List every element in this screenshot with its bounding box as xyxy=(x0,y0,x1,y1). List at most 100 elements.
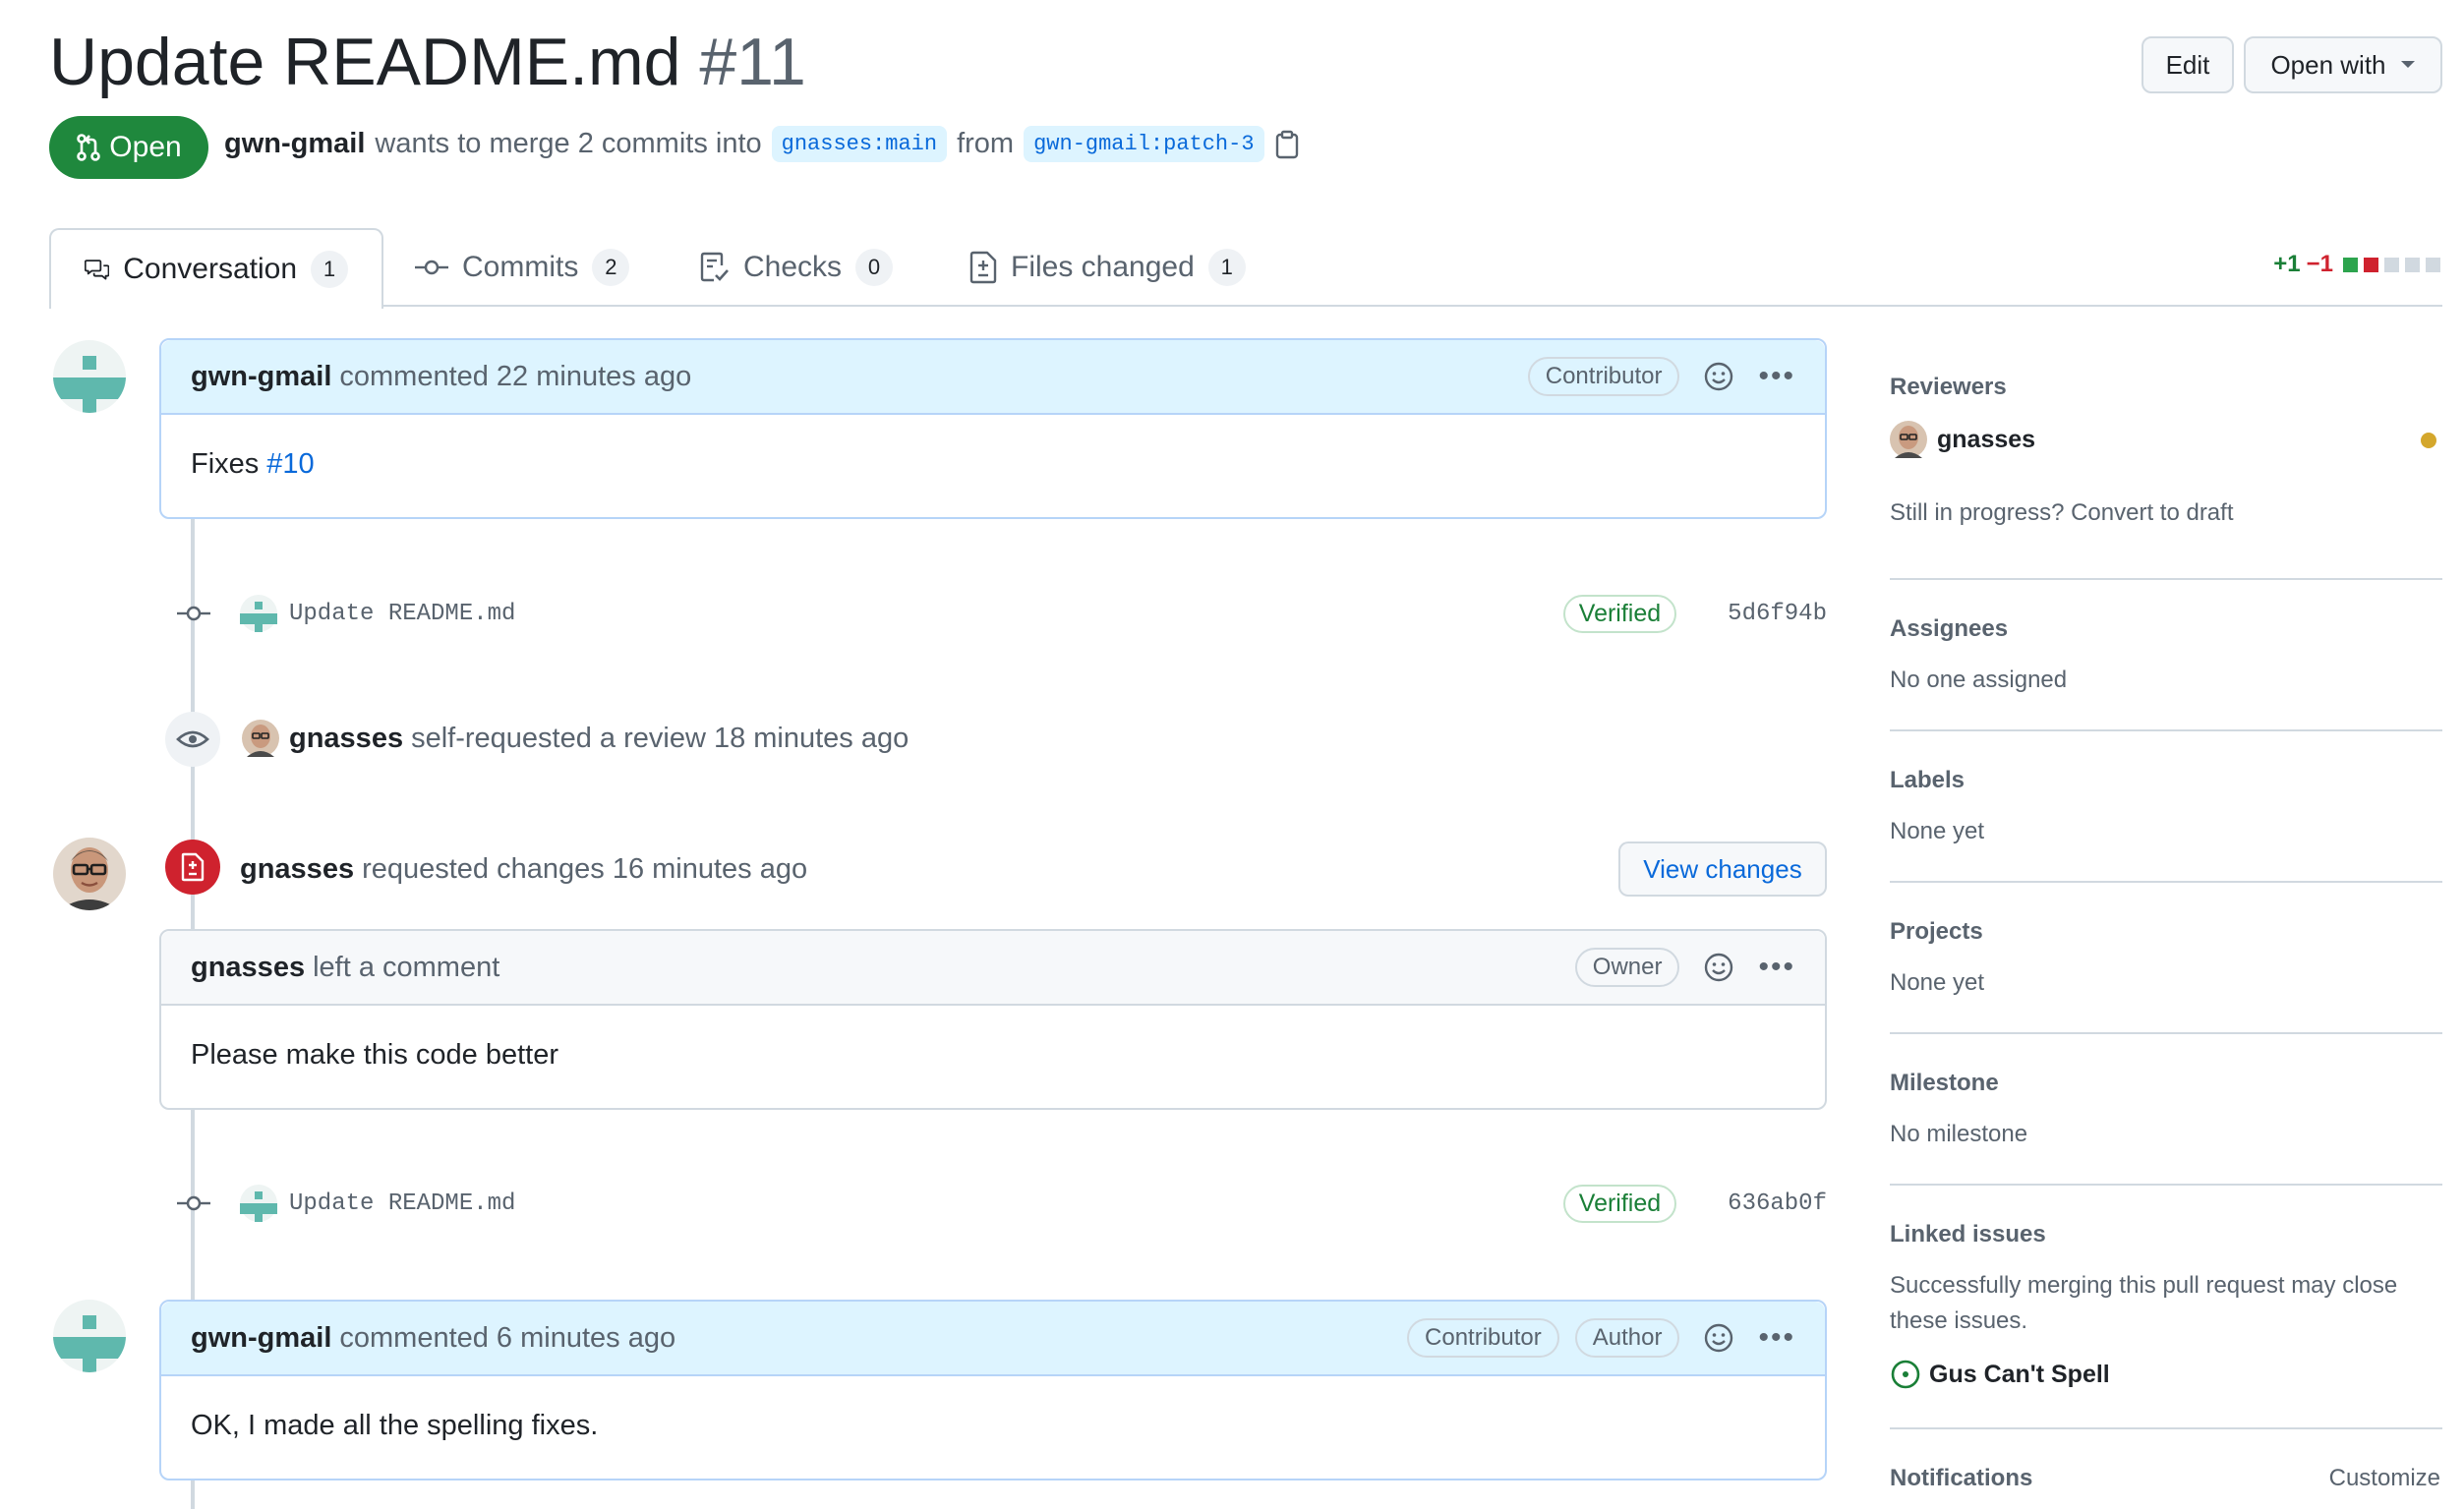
state-badge-open: Open xyxy=(49,116,208,179)
comment-time[interactable]: 6 minutes ago xyxy=(497,1322,675,1355)
base-branch[interactable]: gnasses:main xyxy=(771,126,948,162)
commit-sha[interactable]: 636ab0f xyxy=(1728,1190,1827,1217)
diffstat: +1 −1 xyxy=(2273,251,2440,278)
diffstat-deletions: −1 xyxy=(2306,251,2333,277)
from-text: from xyxy=(957,128,1015,159)
state-label: Open xyxy=(109,131,182,163)
tab-commits[interactable]: Commits 2 xyxy=(415,228,630,307)
event-text: requested changes 16 minutes ago xyxy=(362,853,808,885)
kebab-menu-icon[interactable]: ••• xyxy=(1758,1323,1795,1353)
comment-action: commented xyxy=(339,360,489,392)
avatar-gwn-gmail[interactable] xyxy=(53,1300,126,1372)
reaction-button[interactable] xyxy=(1703,361,1734,392)
review-request-event: gnasses self-requested a review 18 minut… xyxy=(242,720,909,757)
sidebar-divider xyxy=(1890,1427,2442,1429)
commit-message[interactable]: Update README.md xyxy=(289,1190,515,1217)
comment-author[interactable]: gnasses xyxy=(191,952,305,984)
avatar-gwn-gmail-small[interactable] xyxy=(240,595,277,632)
edit-button-label: Edit xyxy=(2165,49,2210,80)
avatar-gnasses-small[interactable] xyxy=(242,720,279,757)
tab-conversation[interactable]: Conversation 1 xyxy=(49,228,383,309)
tab-counter: 1 xyxy=(1207,249,1246,286)
verified-badge[interactable]: Verified xyxy=(1562,594,1677,633)
reaction-button[interactable] xyxy=(1703,952,1734,983)
comment-time[interactable]: 22 minutes ago xyxy=(497,361,691,393)
diffstat-block-neutral xyxy=(2426,257,2440,272)
issue-link[interactable]: #10 xyxy=(266,448,314,481)
sidebar-divider xyxy=(1890,881,2442,883)
comment-text: Please make this code better xyxy=(191,1038,558,1071)
avatar-gnasses[interactable] xyxy=(53,838,126,910)
requested-changes-event: gnasses requested changes 16 minutes ago xyxy=(240,853,807,886)
comment-author[interactable]: gwn-gmail xyxy=(191,361,331,393)
tab-checks[interactable]: Checks 0 xyxy=(700,228,894,307)
reaction-button[interactable] xyxy=(1703,1322,1734,1354)
git-pull-request-icon xyxy=(77,134,101,161)
reviewer-item[interactable]: gnasses xyxy=(1890,421,2035,458)
customize-link[interactable]: Customize xyxy=(2329,1465,2440,1492)
smiley-icon xyxy=(1705,1323,1733,1353)
kebab-menu-icon[interactable]: ••• xyxy=(1758,953,1795,982)
pr-author-link[interactable]: gwn-gmail xyxy=(224,128,365,160)
linked-issue-title: Gus Can't Spell xyxy=(1929,1360,2110,1388)
comment-body: OK, I made all the spelling fixes. xyxy=(161,1376,1825,1475)
labels-value: None yet xyxy=(1890,818,1985,844)
projects-heading[interactable]: Projects xyxy=(1890,918,1983,946)
diffstat-block-added xyxy=(2343,257,2358,272)
identicon-icon xyxy=(53,340,126,413)
assignees-value: No one assigned xyxy=(1890,667,2068,693)
comment-header: gnasses left a comment Owner ••• xyxy=(161,931,1825,1006)
caret-down-icon xyxy=(2400,61,2415,68)
view-changes-label: View changes xyxy=(1643,853,1802,884)
avatar-gwn-gmail-small[interactable] xyxy=(240,1185,277,1222)
copy-icon[interactable] xyxy=(1274,130,1300,159)
assignees-heading[interactable]: Assignees xyxy=(1890,615,2008,643)
event-author[interactable]: gnasses xyxy=(240,853,354,886)
diffstat-block-removed xyxy=(2364,257,2378,272)
reviewers-heading[interactable]: Reviewers xyxy=(1890,374,2007,401)
milestone-heading[interactable]: Milestone xyxy=(1890,1070,1999,1097)
open-with-button[interactable]: Open with xyxy=(2244,36,2442,93)
sidebar-divider xyxy=(1890,578,2442,580)
changes-requested-badge xyxy=(165,840,220,895)
comment-body: Fixes #10 xyxy=(161,415,1825,513)
comment-author[interactable]: gwn-gmail xyxy=(191,1322,331,1355)
pr-number: #11 xyxy=(699,25,806,99)
commit-sha[interactable]: 5d6f94b xyxy=(1728,601,1827,627)
eye-icon xyxy=(176,730,209,748)
tab-counter: 2 xyxy=(592,249,630,286)
kebab-menu-icon[interactable]: ••• xyxy=(1758,362,1795,391)
pr-title-text: Update README.md xyxy=(49,25,681,99)
open-with-label: Open with xyxy=(2270,49,2386,80)
comment-box: gwn-gmail commented 22 minutes ago Contr… xyxy=(159,338,1827,519)
merge-text: wants to merge 2 commits into xyxy=(375,128,762,159)
comment-action: left a comment xyxy=(313,951,500,983)
comment-box: gwn-gmail commented 6 minutes ago Contri… xyxy=(159,1300,1827,1480)
commit-row: Update README.md Verified 636ab0f xyxy=(177,1184,1827,1223)
tabbar-divider xyxy=(49,305,2442,307)
tab-counter: 1 xyxy=(311,251,348,288)
tab-counter: 0 xyxy=(855,249,894,286)
avatar-gwn-gmail[interactable] xyxy=(53,340,126,413)
event-author[interactable]: gnasses xyxy=(289,723,403,755)
comment-discussion-icon xyxy=(85,260,110,280)
author-badge: Author xyxy=(1574,1318,1680,1358)
git-commit-icon xyxy=(177,1195,210,1211)
linked-issue-item[interactable]: Gus Can't Spell xyxy=(1890,1359,2110,1390)
linked-issues-heading[interactable]: Linked issues xyxy=(1890,1221,2046,1248)
review-comment-box: gnasses left a comment Owner ••• Please … xyxy=(159,929,1827,1110)
avatar-photo xyxy=(53,838,126,910)
commit-message[interactable]: Update README.md xyxy=(289,601,515,627)
avatar-gnasses-small xyxy=(1890,421,1927,458)
issue-opened-icon xyxy=(1891,1360,1920,1389)
verified-badge[interactable]: Verified xyxy=(1562,1184,1677,1223)
reviewer-name: gnasses xyxy=(1937,425,2036,453)
tab-files-changed[interactable]: Files changed 1 xyxy=(969,228,1246,307)
head-branch[interactable]: gwn-gmail:patch-3 xyxy=(1024,126,1264,162)
convert-to-draft-link[interactable]: Still in progress? Convert to draft xyxy=(1890,499,2234,527)
view-changes-button[interactable]: View changes xyxy=(1618,842,1827,897)
comment-body: Please make this code better xyxy=(161,1006,1825,1104)
smiley-icon xyxy=(1705,953,1733,982)
edit-button[interactable]: Edit xyxy=(2141,36,2234,93)
labels-heading[interactable]: Labels xyxy=(1890,767,1965,794)
